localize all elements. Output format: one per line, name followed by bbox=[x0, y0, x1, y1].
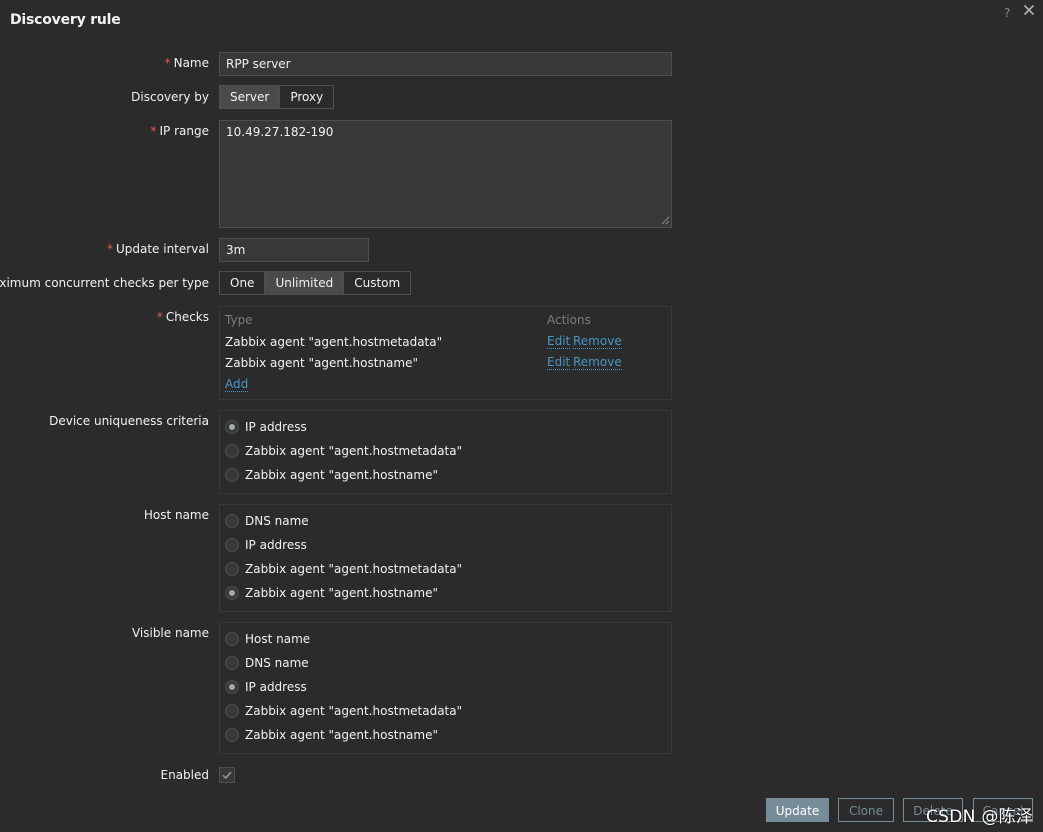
radio-label: IP address bbox=[245, 680, 307, 694]
ip-range-label: * IP range bbox=[150, 124, 209, 138]
radio-button[interactable] bbox=[225, 468, 239, 482]
ip-range-textarea[interactable]: 10.49.27.182-190 bbox=[219, 120, 672, 228]
discovery-by-label: Discovery by bbox=[131, 90, 209, 104]
discovery-by-proxy-button[interactable]: Proxy bbox=[280, 86, 334, 108]
radio-button[interactable] bbox=[225, 704, 239, 718]
radio-label: IP address bbox=[245, 420, 307, 434]
checks-type-header: Type bbox=[225, 313, 253, 327]
check-edit-link[interactable]: Edit bbox=[547, 335, 571, 349]
name-label: * Name bbox=[164, 56, 209, 70]
host-name-option[interactable]: DNS name bbox=[225, 513, 309, 529]
radio-label: Zabbix agent "agent.hostmetadata" bbox=[245, 704, 463, 718]
max-checks-label: Maximum concurrent checks per type bbox=[0, 276, 209, 290]
visible-name-label: Visible name bbox=[131, 626, 209, 640]
max-checks-segmented: One Unlimited Custom bbox=[219, 271, 412, 295]
host-name-option[interactable]: Zabbix agent "agent.hostmetadata" bbox=[225, 561, 462, 577]
radio-label: Zabbix agent "agent.hostmetadata" bbox=[245, 562, 463, 576]
radio-button[interactable] bbox=[225, 538, 239, 552]
checks-table bbox=[219, 306, 672, 400]
update-button[interactable]: Update bbox=[766, 798, 829, 822]
enabled-label: Enabled bbox=[160, 768, 210, 782]
visible-name-option[interactable]: Zabbix agent "agent.hostmetadata" bbox=[225, 703, 462, 719]
visible-name-option[interactable]: Zabbix agent "agent.hostname" bbox=[225, 727, 438, 743]
radio-button[interactable] bbox=[225, 586, 239, 600]
radio-button[interactable] bbox=[225, 656, 239, 670]
radio-button[interactable] bbox=[225, 680, 239, 694]
radio-button[interactable] bbox=[225, 728, 239, 742]
max-checks-custom-button[interactable]: Custom bbox=[344, 272, 411, 294]
radio-button[interactable] bbox=[225, 632, 239, 646]
delete-button[interactable]: Delete bbox=[903, 798, 963, 822]
radio-label: DNS name bbox=[245, 514, 309, 528]
visible-name-option[interactable]: IP address bbox=[225, 679, 307, 695]
max-checks-unlimited-button[interactable]: Unlimited bbox=[265, 272, 345, 294]
checks-actions-header: Actions bbox=[547, 313, 591, 327]
visible-name-option[interactable]: DNS name bbox=[225, 655, 309, 671]
checkmark-icon bbox=[222, 771, 232, 780]
clone-button[interactable]: Clone bbox=[838, 798, 894, 822]
uniqueness-option[interactable]: Zabbix agent "agent.hostmetadata" bbox=[225, 443, 462, 459]
radio-button[interactable] bbox=[225, 444, 239, 458]
enabled-checkbox[interactable] bbox=[219, 767, 235, 783]
update-interval-input[interactable] bbox=[219, 238, 369, 262]
cancel-button[interactable]: Cancel bbox=[973, 798, 1033, 822]
check-remove-link[interactable]: Remove bbox=[573, 356, 622, 370]
radio-button[interactable] bbox=[225, 420, 239, 434]
close-icon[interactable] bbox=[1023, 4, 1035, 16]
radio-label: Host name bbox=[245, 632, 311, 646]
max-checks-one-button[interactable]: One bbox=[220, 272, 266, 294]
radio-label: Zabbix agent "agent.hostname" bbox=[245, 728, 438, 742]
check-remove-link[interactable]: Remove bbox=[573, 335, 622, 349]
host-name-option[interactable]: IP address bbox=[225, 537, 307, 553]
radio-label: DNS name bbox=[245, 656, 309, 670]
uniqueness-option[interactable]: Zabbix agent "agent.hostname" bbox=[225, 467, 438, 483]
check-type-cell: Zabbix agent "agent.hostmetadata" bbox=[225, 335, 443, 349]
discovery-by-server-button[interactable]: Server bbox=[220, 86, 281, 108]
uniqueness-option[interactable]: IP address bbox=[225, 419, 307, 435]
help-icon[interactable]: ? bbox=[1004, 6, 1010, 20]
host-name-label: Host name bbox=[143, 508, 209, 522]
uniqueness-label: Device uniqueness criteria bbox=[49, 414, 209, 428]
update-interval-label: * Update interval bbox=[106, 242, 209, 256]
visible-name-option[interactable]: Host name bbox=[225, 631, 310, 647]
radio-label: IP address bbox=[245, 538, 307, 552]
radio-label: Zabbix agent "agent.hostmetadata" bbox=[245, 444, 463, 458]
radio-label: Zabbix agent "agent.hostname" bbox=[245, 468, 438, 482]
check-type-cell: Zabbix agent "agent.hostname" bbox=[225, 356, 418, 370]
host-name-option[interactable]: Zabbix agent "agent.hostname" bbox=[225, 585, 438, 601]
radio-button[interactable] bbox=[225, 514, 239, 528]
radio-button[interactable] bbox=[225, 562, 239, 576]
name-input[interactable] bbox=[219, 52, 672, 76]
discovery-by-segmented: Server Proxy bbox=[219, 85, 335, 109]
add-check-link[interactable]: Add bbox=[225, 378, 249, 392]
radio-label: Zabbix agent "agent.hostname" bbox=[245, 586, 438, 600]
check-edit-link[interactable]: Edit bbox=[547, 356, 571, 370]
checks-label: * Checks bbox=[156, 310, 209, 324]
dialog-title: Discovery rule bbox=[10, 12, 121, 28]
